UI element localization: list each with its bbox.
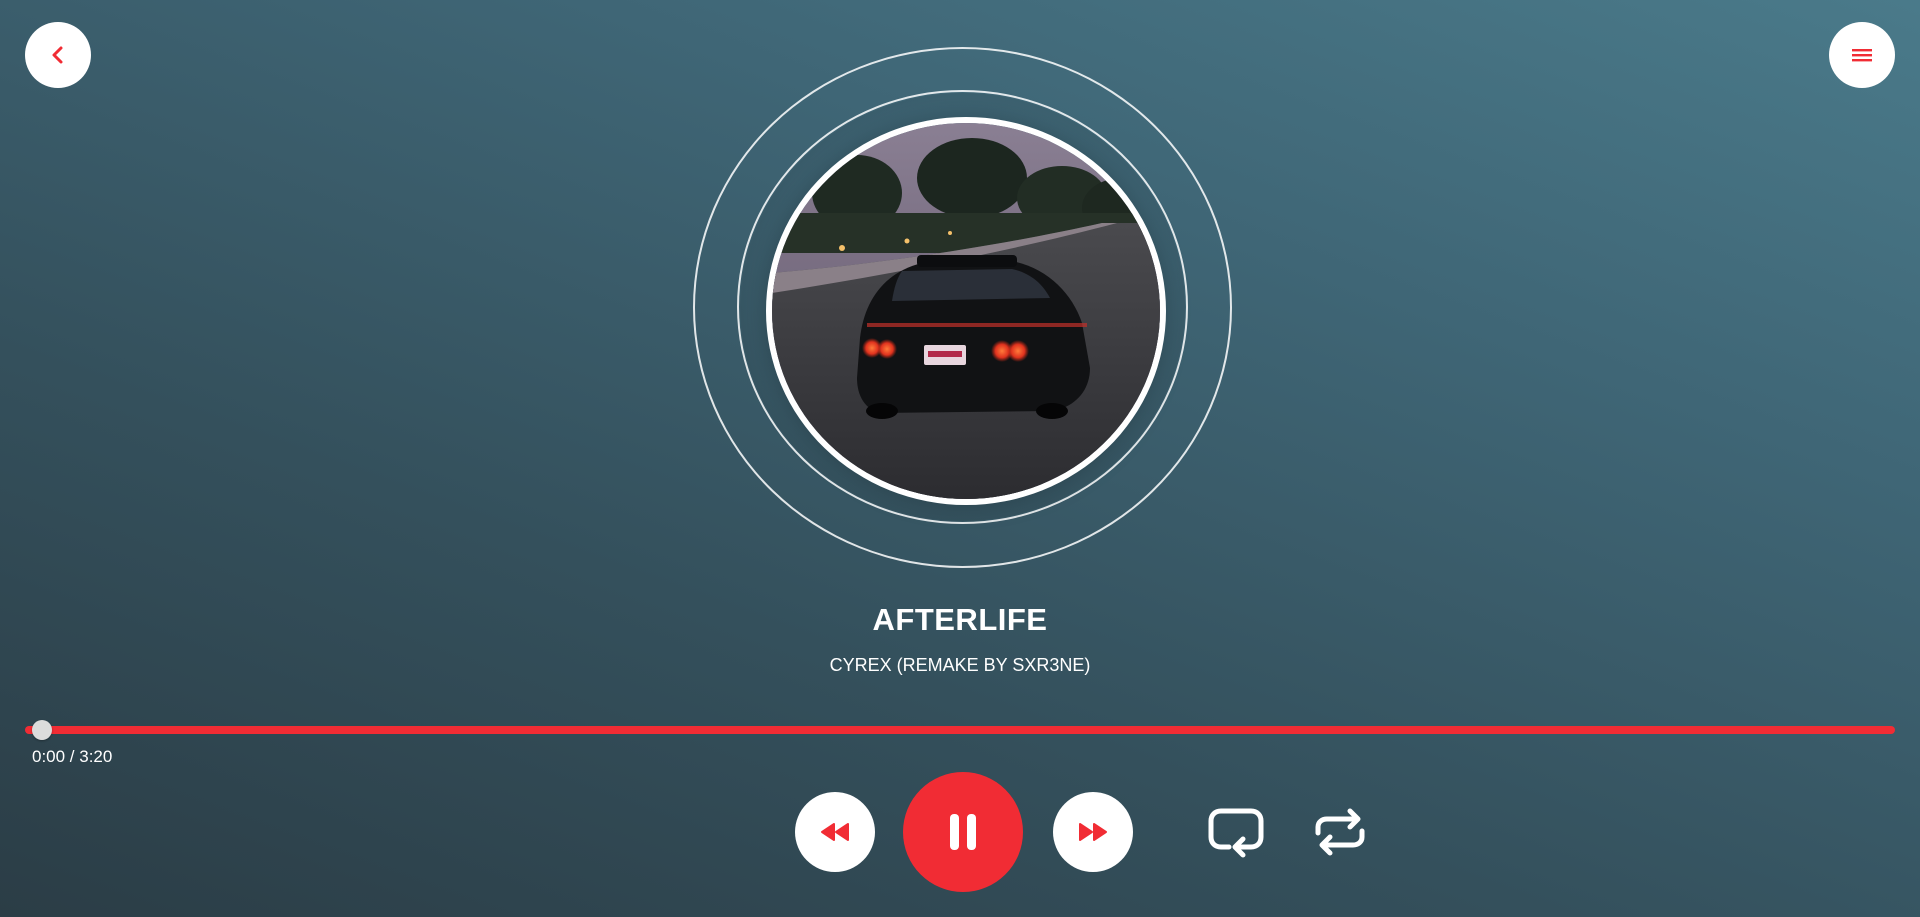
repeat-one-icon (1208, 808, 1264, 858)
album-art-image (772, 123, 1160, 499)
pause-button[interactable] (903, 772, 1023, 892)
menu-button[interactable] (1829, 22, 1895, 88)
repeat-icon (1315, 808, 1365, 856)
song-artist: CYREX (REMAKE BY SXR3NE) (829, 655, 1091, 675)
pause-icon (950, 814, 976, 850)
menu-icon (1852, 49, 1872, 62)
next-button[interactable] (1053, 792, 1133, 872)
repeat-button[interactable] (1312, 806, 1368, 858)
progress-bar[interactable] (25, 726, 1895, 734)
progress-thumb[interactable] (32, 720, 52, 740)
previous-button[interactable] (795, 792, 875, 872)
repeat-one-button[interactable] (1206, 806, 1266, 862)
time-display: 0:00 / 3:20 (32, 747, 113, 766)
chevron-left-icon (52, 46, 63, 64)
album-art (766, 117, 1166, 505)
back-button[interactable] (25, 22, 91, 88)
fast-forward-icon (1079, 823, 1107, 841)
song-title: AFTERLIFE (872, 602, 1048, 637)
rewind-icon (821, 823, 849, 841)
